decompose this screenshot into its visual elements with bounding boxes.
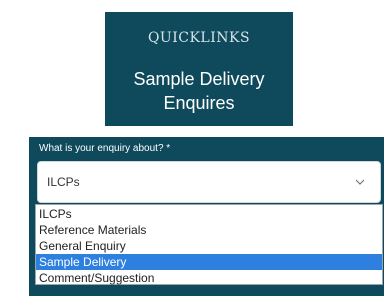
enquiry-type-options-list: ILCPs Reference Materials General Enquir… [35, 204, 383, 285]
page: QUICKLINKS Sample Delivery Enquires What… [0, 0, 384, 296]
enquiry-type-label: What is your enquiry about? * [39, 143, 171, 154]
chevron-down-icon [354, 175, 366, 187]
enquiry-form-panel: What is your enquiry about? * ILCPs ILCP… [29, 137, 384, 296]
quicklinks-title-line-2: Enquires [163, 93, 235, 113]
option-sample-delivery[interactable]: Sample Delivery [36, 254, 382, 270]
option-ilcps[interactable]: ILCPs [36, 206, 382, 222]
option-reference-materials[interactable]: Reference Materials [36, 222, 382, 238]
enquiry-type-select[interactable]: ILCPs [37, 161, 381, 203]
option-general-enquiry[interactable]: General Enquiry [36, 238, 382, 254]
option-comment-suggestion[interactable]: Comment/Suggestion [36, 270, 382, 286]
quicklinks-title: Sample Delivery Enquires [105, 67, 293, 115]
enquiry-type-selected-value: ILCPs [47, 175, 80, 189]
quicklinks-tile[interactable]: QUICKLINKS Sample Delivery Enquires [105, 12, 293, 126]
quicklinks-heading: QUICKLINKS [147, 30, 251, 46]
quicklinks-title-line-1: Sample Delivery [133, 69, 265, 89]
